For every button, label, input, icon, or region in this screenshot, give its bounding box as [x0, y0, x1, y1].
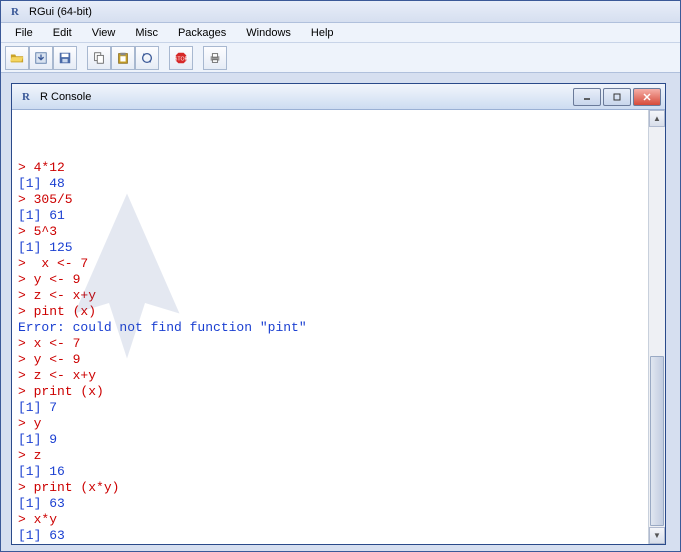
console-line: > x <- 7 — [18, 256, 642, 272]
r-logo-icon: R — [18, 89, 34, 105]
console-titlebar[interactable]: R R Console — [12, 84, 665, 110]
vertical-scrollbar[interactable]: ▲ ▼ — [648, 110, 665, 544]
console-line: [1] 61 — [18, 208, 642, 224]
console-title: R Console — [40, 91, 573, 103]
console-line: [1] 9 — [18, 432, 642, 448]
save-button[interactable] — [53, 46, 77, 70]
console-line: > print (x*y) — [18, 480, 642, 496]
r-logo-icon: R — [7, 4, 23, 20]
scroll-down-button[interactable]: ▼ — [649, 527, 665, 544]
open-button[interactable] — [5, 46, 29, 70]
stop-button[interactable]: STOP — [169, 46, 193, 70]
menu-windows[interactable]: Windows — [236, 25, 301, 41]
console-window: R R Console > 4*12[1] 48> 305/5[1] 61> 5… — [11, 83, 666, 545]
console-line: > x*y — [18, 512, 642, 528]
console-line: [1] 48 — [18, 176, 642, 192]
close-button[interactable] — [633, 88, 661, 106]
console-line: > pint (x) — [18, 304, 642, 320]
copy-button[interactable] — [87, 46, 111, 70]
console-line: [1] 63 — [18, 528, 642, 544]
menu-view[interactable]: View — [82, 25, 126, 41]
menu-file[interactable]: File — [5, 25, 43, 41]
toolbar: STOP — [1, 43, 680, 73]
scroll-up-button[interactable]: ▲ — [649, 110, 665, 127]
menu-help[interactable]: Help — [301, 25, 344, 41]
console-line: > 4*12 — [18, 160, 642, 176]
paste-button[interactable] — [111, 46, 135, 70]
menu-misc[interactable]: Misc — [125, 25, 168, 41]
menu-edit[interactable]: Edit — [43, 25, 82, 41]
console-line: > z <- x+y — [18, 368, 642, 384]
menu-packages[interactable]: Packages — [168, 25, 236, 41]
console-line: [1] 16 — [18, 464, 642, 480]
console-line: > y <- 9 — [18, 352, 642, 368]
console-line: > y <- 9 — [18, 272, 642, 288]
console-line: > z — [18, 448, 642, 464]
minimize-button[interactable] — [573, 88, 601, 106]
scroll-thumb[interactable] — [650, 356, 664, 526]
console-line: [1] 63 — [18, 496, 642, 512]
console-line: > 305/5 — [18, 192, 642, 208]
console-line: Error: could not find function "pint" — [18, 320, 642, 336]
svg-text:STOP: STOP — [174, 56, 188, 62]
mdi-client-area: R R Console > 4*12[1] 48> 305/5[1] 61> 5… — [1, 73, 680, 551]
console-line: > x <- 7 — [18, 336, 642, 352]
maximize-button[interactable] — [603, 88, 631, 106]
console-output[interactable]: > 4*12[1] 48> 305/5[1] 61> 5^3[1] 125> x… — [12, 110, 648, 544]
console-line: > y — [18, 416, 642, 432]
menubar: FileEditViewMiscPackagesWindowsHelp — [1, 23, 680, 43]
print-button[interactable] — [203, 46, 227, 70]
console-line: [1] 125 — [18, 240, 642, 256]
app-title: RGui (64-bit) — [29, 6, 92, 18]
console-line: [1] 7 — [18, 400, 642, 416]
copy-paste-button[interactable] — [135, 46, 159, 70]
console-line: > 5^3 — [18, 224, 642, 240]
app-titlebar: R RGui (64-bit) — [1, 1, 680, 23]
console-line: > print (x) — [18, 384, 642, 400]
load-workspace-button[interactable] — [29, 46, 53, 70]
console-line: > z <- x+y — [18, 288, 642, 304]
